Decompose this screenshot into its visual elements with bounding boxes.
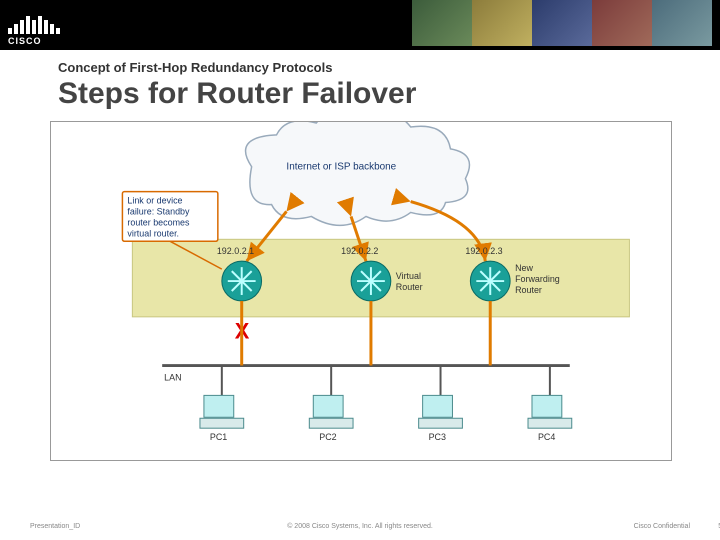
svg-text:New: New [515,263,533,273]
svg-text:192.0.2.1: 192.0.2.1 [217,246,254,256]
cloud-label: Internet or ISP backbone [286,162,396,173]
svg-text:PC1: PC1 [210,432,227,442]
svg-text:PC2: PC2 [319,432,336,442]
kicker-text: Concept of First-Hop Redundancy Protocol… [58,60,720,75]
svg-text:Router: Router [396,282,423,292]
svg-text:Router: Router [515,285,542,295]
logo-text: CISCO [8,36,60,46]
svg-text:PC3: PC3 [429,432,446,442]
lan-label: LAN [164,372,181,382]
svg-text:Virtual: Virtual [396,271,421,281]
footer-center: © 2008 Cisco Systems, Inc. All rights re… [287,523,433,530]
cisco-logo: CISCO [8,16,60,46]
network-diagram: Internet or ISP backbone Link or device … [51,122,671,460]
pc-4: PC4 [528,395,572,442]
svg-text:PC4: PC4 [538,432,555,442]
page-title: Steps for Router Failover [58,77,720,111]
svg-text:failure: Standby: failure: Standby [127,206,190,216]
svg-text:router becomes: router becomes [127,217,190,227]
logo-bars-icon [8,16,60,34]
top-bar: CISCO [0,0,720,50]
slide-header: Concept of First-Hop Redundancy Protocol… [0,50,720,121]
header-photo-strip [412,0,712,46]
svg-text:192.0.2.3: 192.0.2.3 [465,246,502,256]
pc-3: PC3 [419,395,463,442]
slide-footer: Presentation_ID © 2008 Cisco Systems, In… [0,523,720,530]
svg-text:192.0.2.2: 192.0.2.2 [341,246,378,256]
footer-left: Presentation_ID [30,523,80,530]
svg-text:Forwarding: Forwarding [515,274,560,284]
pc-1: PC1 [200,395,244,442]
pc-2: PC2 [309,395,353,442]
diagram-container: Internet or ISP backbone Link or device … [50,121,672,461]
svg-text:virtual router.: virtual router. [127,228,179,238]
footer-right: Cisco Confidential [634,523,690,530]
svg-text:Link or device: Link or device [127,196,182,206]
